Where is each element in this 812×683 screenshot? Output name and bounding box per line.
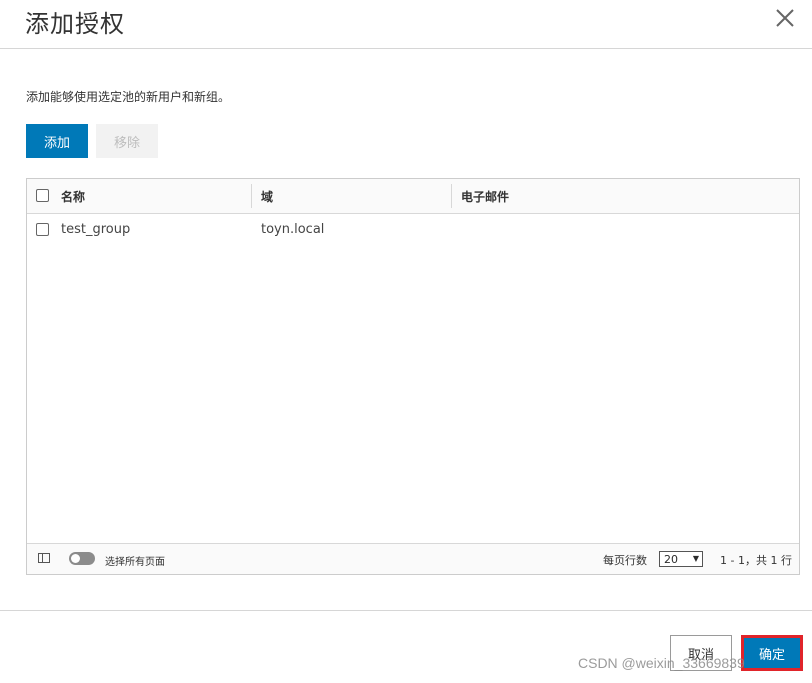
datagrid-header: 名称 域 电子邮件 — [27, 179, 799, 214]
column-header-name[interactable]: 名称 — [61, 188, 85, 205]
dialog-description: 添加能够使用选定池的新用户和新组。 — [26, 90, 231, 104]
dialog-header: 添加授权 — [0, 0, 812, 49]
row-checkbox[interactable] — [36, 223, 49, 236]
table-row[interactable]: test_group toyn.local — [27, 214, 799, 246]
datagrid: 名称 域 电子邮件 test_group toyn.local 选择所有页面 每… — [26, 178, 800, 575]
rows-per-page-value: 20 — [664, 553, 678, 566]
select-all-pages-toggle[interactable] — [69, 552, 95, 565]
select-all-checkbox[interactable] — [36, 189, 49, 202]
datagrid-footer: 选择所有页面 每页行数 20 ▼ 1 - 1，共 1 行 — [27, 543, 799, 574]
cell-domain: toyn.local — [261, 222, 325, 237]
remove-button[interactable]: 移除 — [96, 124, 158, 158]
dialog-title: 添加授权 — [25, 10, 125, 38]
rows-per-page-label: 每页行数 — [603, 554, 647, 567]
column-toggle-icon[interactable] — [38, 553, 50, 563]
footer-divider — [0, 610, 812, 611]
toggle-knob — [71, 554, 80, 563]
pagination-text: 1 - 1，共 1 行 — [720, 554, 792, 567]
column-header-email[interactable]: 电子邮件 — [461, 188, 509, 205]
ok-button[interactable]: 确定 — [741, 635, 803, 671]
close-icon[interactable] — [774, 7, 796, 29]
chevron-down-icon: ▼ — [692, 554, 699, 563]
cell-name: test_group — [61, 222, 131, 237]
column-header-domain[interactable]: 域 — [261, 188, 273, 205]
watermark: CSDN @weixin_33669839 — [578, 655, 745, 671]
select-all-pages-label: 选择所有页面 — [105, 557, 165, 568]
column-separator[interactable] — [251, 184, 252, 208]
column-separator[interactable] — [451, 184, 452, 208]
add-button[interactable]: 添加 — [26, 124, 88, 158]
rows-per-page-select[interactable]: 20 ▼ — [659, 551, 703, 567]
